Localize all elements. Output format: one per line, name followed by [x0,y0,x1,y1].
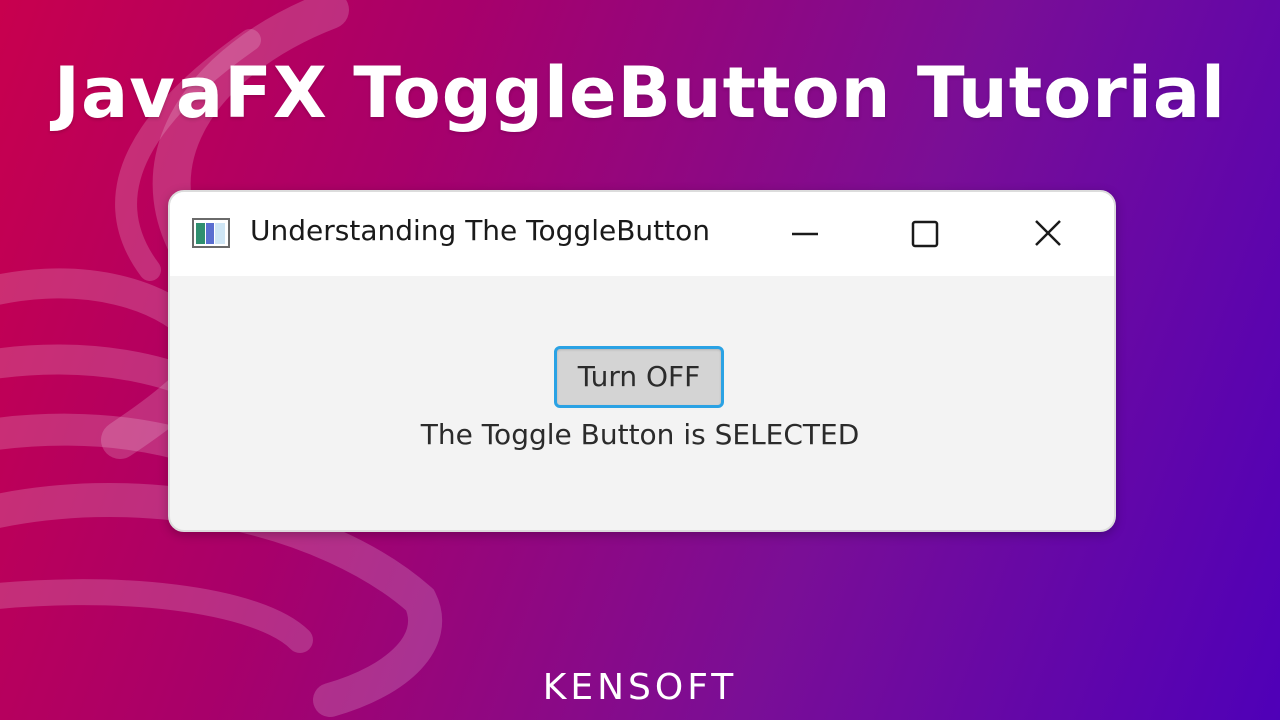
window-titlebar[interactable]: Understanding The ToggleButton [170,192,1114,276]
minimize-button[interactable] [776,208,832,258]
close-icon [1035,220,1061,246]
window-title: Understanding The ToggleButton [250,214,710,247]
kensoft-logo: KENSOFT [542,667,738,708]
maximize-button[interactable] [897,208,953,258]
maximize-icon [911,220,939,248]
app-window-icon [192,218,230,248]
status-label: The Toggle Button is SELECTED [420,418,860,451]
toggle-button[interactable]: Turn OFF [554,346,724,408]
close-button[interactable] [1020,208,1076,258]
page-headline: JavaFX ToggleButton Tutorial [53,52,1227,134]
app-window: Understanding The ToggleButton Turn OFF … [168,190,1116,532]
minimize-icon [792,232,818,236]
